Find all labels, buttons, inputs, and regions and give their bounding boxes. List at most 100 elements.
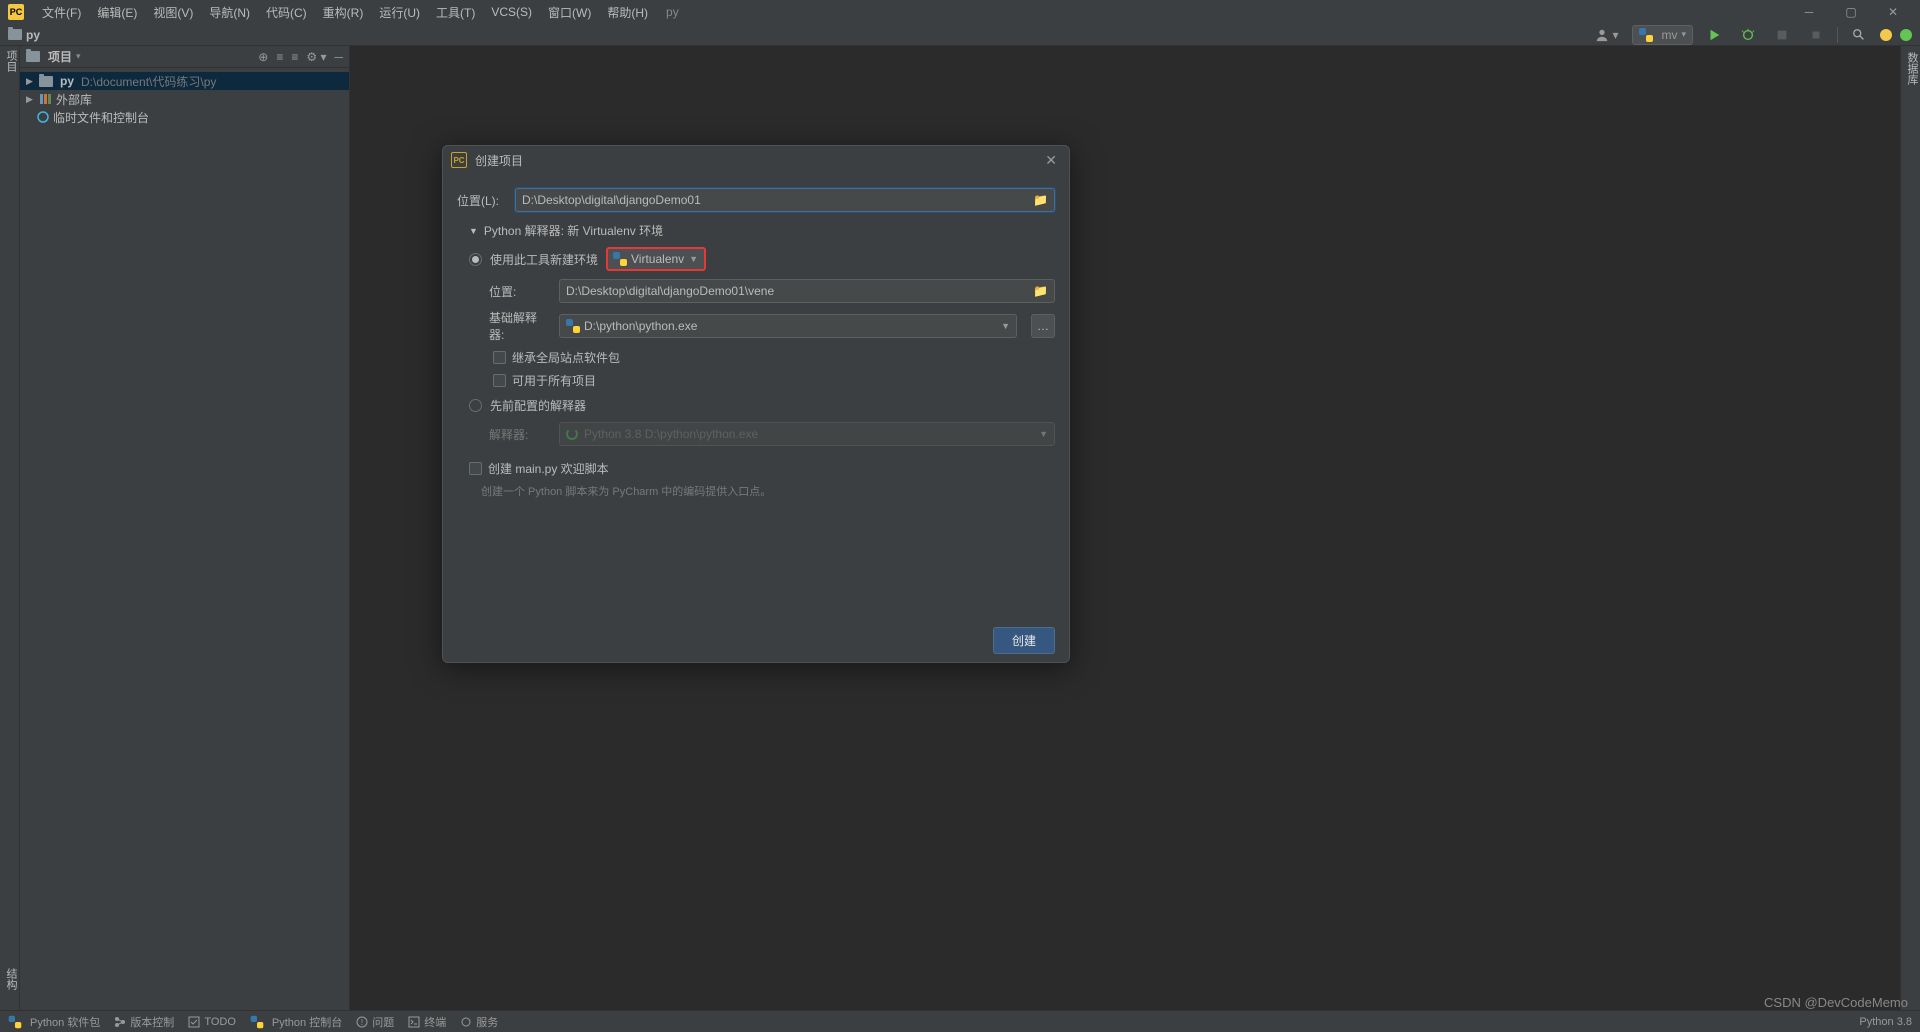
collapse-arrow-icon: ▼ — [469, 226, 478, 236]
browse-folder-icon[interactable]: 📁 — [1033, 284, 1048, 298]
select-opened-file-icon[interactable]: ⊕ — [258, 50, 268, 64]
pycharm-icon: PC — [451, 152, 467, 168]
available-all-checkbox[interactable] — [493, 374, 506, 387]
tab-database[interactable]: 数据库 — [1904, 46, 1920, 85]
loading-icon — [566, 428, 578, 440]
project-panel-title: 项目 — [48, 48, 72, 65]
new-env-radio[interactable] — [469, 253, 482, 266]
tree-root[interactable]: ▶ py D:\document\代码练习\py — [20, 72, 349, 90]
available-all-label: 可用于所有项目 — [512, 372, 596, 389]
project-tree[interactable]: ▶ py D:\document\代码练习\py ▶ 外部库 临时文件和控制台 — [20, 68, 349, 130]
project-tool-window: 项目 ▾ ⊕ ≡ ≡ ⚙ ▾ ─ ▶ py D:\document\代码练习\p… — [20, 46, 350, 1010]
create-main-hint: 创建一个 Python 脚本来为 PyCharm 中的编码提供入口点。 — [481, 483, 1055, 499]
status-problems[interactable]: ! 问题 — [356, 1014, 394, 1030]
base-interp-value: D:\python\python.exe — [584, 319, 697, 333]
project-header: 项目 ▾ ⊕ ≡ ≡ ⚙ ▾ ─ — [20, 46, 349, 68]
menu-refactor[interactable]: 重构(R) — [315, 4, 372, 21]
dialog-close-button[interactable]: ✕ — [1041, 152, 1061, 169]
tab-project[interactable]: 项目 — [3, 46, 19, 72]
existing-interp-label: 先前配置的解释器 — [490, 397, 586, 414]
menu-code[interactable]: 代码(C) — [258, 4, 315, 21]
location-input[interactable]: D:\Desktop\digital\djangoDemo01 📁 — [515, 188, 1055, 212]
folder-icon — [26, 51, 40, 62]
interpreter-section-header[interactable]: ▼ Python 解释器: 新 Virtualenv 环境 — [469, 222, 1055, 239]
folder-icon — [39, 76, 53, 87]
venv-location-input[interactable]: D:\Desktop\digital\djangoDemo01\vene 📁 — [559, 279, 1055, 303]
close-window-button[interactable]: ✕ — [1874, 0, 1912, 24]
browse-folder-icon[interactable]: 📁 — [1033, 193, 1048, 207]
stop-button[interactable] — [1803, 26, 1829, 44]
breadcrumb-root[interactable]: py — [26, 28, 40, 42]
ide-updates-icon[interactable] — [1900, 29, 1912, 41]
dialog-titlebar: PC 创建项目 ✕ — [443, 146, 1069, 174]
menu-file[interactable]: 文件(F) — [34, 4, 89, 21]
tree-scratches[interactable]: 临时文件和控制台 — [20, 108, 349, 126]
minimize-button[interactable]: ─ — [1790, 0, 1828, 24]
expand-arrow-icon[interactable]: ▶ — [26, 76, 36, 87]
status-python-version[interactable]: Python 3.8 — [1859, 1016, 1912, 1028]
pycharm-icon: PC — [8, 4, 24, 20]
inherit-global-label: 继承全局站点软件包 — [512, 349, 620, 366]
create-main-label: 创建 main.py 欢迎脚本 — [488, 460, 609, 477]
titlebar-project-name: py — [666, 5, 679, 19]
status-version-control[interactable]: 版本控制 — [114, 1014, 174, 1030]
dialog-body: 位置(L): D:\Desktop\digital\djangoDemo01 📁… — [443, 174, 1069, 618]
new-env-label: 使用此工具新建环境 — [490, 251, 598, 268]
create-button[interactable]: 创建 — [993, 627, 1055, 654]
tree-item-label: 临时文件和控制台 — [53, 109, 149, 126]
new-project-dialog: PC 创建项目 ✕ 位置(L): D:\Desktop\digital\djan… — [442, 145, 1070, 663]
menu-help[interactable]: 帮助(H) — [599, 4, 656, 21]
settings-icon[interactable]: ⚙ ▾ — [306, 50, 326, 64]
chevron-down-icon: ▼ — [1001, 321, 1010, 331]
existing-label: 解释器: — [489, 426, 549, 443]
status-python-console[interactable]: Python 控制台 — [250, 1014, 342, 1030]
status-python-packages[interactable]: Python 软件包 — [8, 1014, 100, 1030]
dialog-footer: 创建 — [443, 618, 1069, 662]
inherit-global-checkbox[interactable] — [493, 351, 506, 364]
browse-interp-button[interactable]: … — [1031, 314, 1055, 338]
menu-window[interactable]: 窗口(W) — [540, 4, 599, 21]
navigation-bar: py ▾ mv ▾ — [0, 24, 1920, 46]
menu-edit[interactable]: 编辑(E) — [89, 4, 145, 21]
expand-all-icon[interactable]: ≡ — [276, 50, 283, 64]
search-everywhere-button[interactable] — [1846, 26, 1872, 44]
left-tool-strip: 项目 书签 结构 — [0, 46, 20, 1010]
user-button[interactable]: ▾ — [1589, 26, 1624, 44]
existing-interp-value: Python 3.8 D:\python\python.exe — [584, 427, 758, 441]
run-config-name: mv — [1661, 28, 1677, 42]
library-icon — [39, 92, 53, 106]
svg-text:!: ! — [361, 1018, 363, 1027]
run-with-coverage-button[interactable] — [1769, 26, 1795, 44]
base-interp-selector[interactable]: D:\python\python.exe ▼ — [559, 314, 1017, 338]
menu-view[interactable]: 视图(V) — [145, 4, 201, 21]
location-label: 位置(L): — [457, 192, 505, 209]
chevron-down-icon: ▼ — [689, 254, 698, 264]
code-with-me-icon[interactable] — [1880, 29, 1892, 41]
hide-icon[interactable]: ─ — [334, 50, 343, 64]
base-interp-label: 基础解释器: — [489, 309, 549, 343]
status-services[interactable]: 服务 — [460, 1014, 498, 1030]
env-tool-selector[interactable]: Virtualenv ▼ — [606, 247, 706, 271]
python-icon — [251, 1015, 264, 1028]
menu-vcs[interactable]: VCS(S) — [483, 5, 540, 19]
folder-icon — [8, 29, 22, 40]
terminal-icon — [408, 1016, 420, 1028]
tree-external-libs[interactable]: ▶ 外部库 — [20, 90, 349, 108]
run-config-selector[interactable]: mv ▾ — [1632, 25, 1693, 45]
services-icon — [460, 1016, 472, 1028]
tab-structure[interactable]: 结构 — [3, 968, 19, 1002]
menu-tools[interactable]: 工具(T) — [428, 4, 483, 21]
collapse-all-icon[interactable]: ≡ — [291, 50, 298, 64]
debug-button[interactable] — [1735, 26, 1761, 44]
menu-navigate[interactable]: 导航(N) — [201, 4, 258, 21]
expand-arrow-icon[interactable]: ▶ — [26, 94, 36, 105]
create-main-checkbox[interactable] — [469, 462, 482, 475]
run-button[interactable] — [1701, 26, 1727, 44]
problems-icon: ! — [356, 1016, 368, 1028]
maximize-button[interactable]: ▢ — [1832, 0, 1870, 24]
menu-run[interactable]: 运行(U) — [371, 4, 428, 21]
status-todo[interactable]: TODO — [188, 1016, 236, 1028]
existing-interp-radio[interactable] — [469, 399, 482, 412]
status-terminal[interactable]: 终端 — [408, 1014, 446, 1030]
env-tool-label: Virtualenv — [631, 252, 684, 266]
